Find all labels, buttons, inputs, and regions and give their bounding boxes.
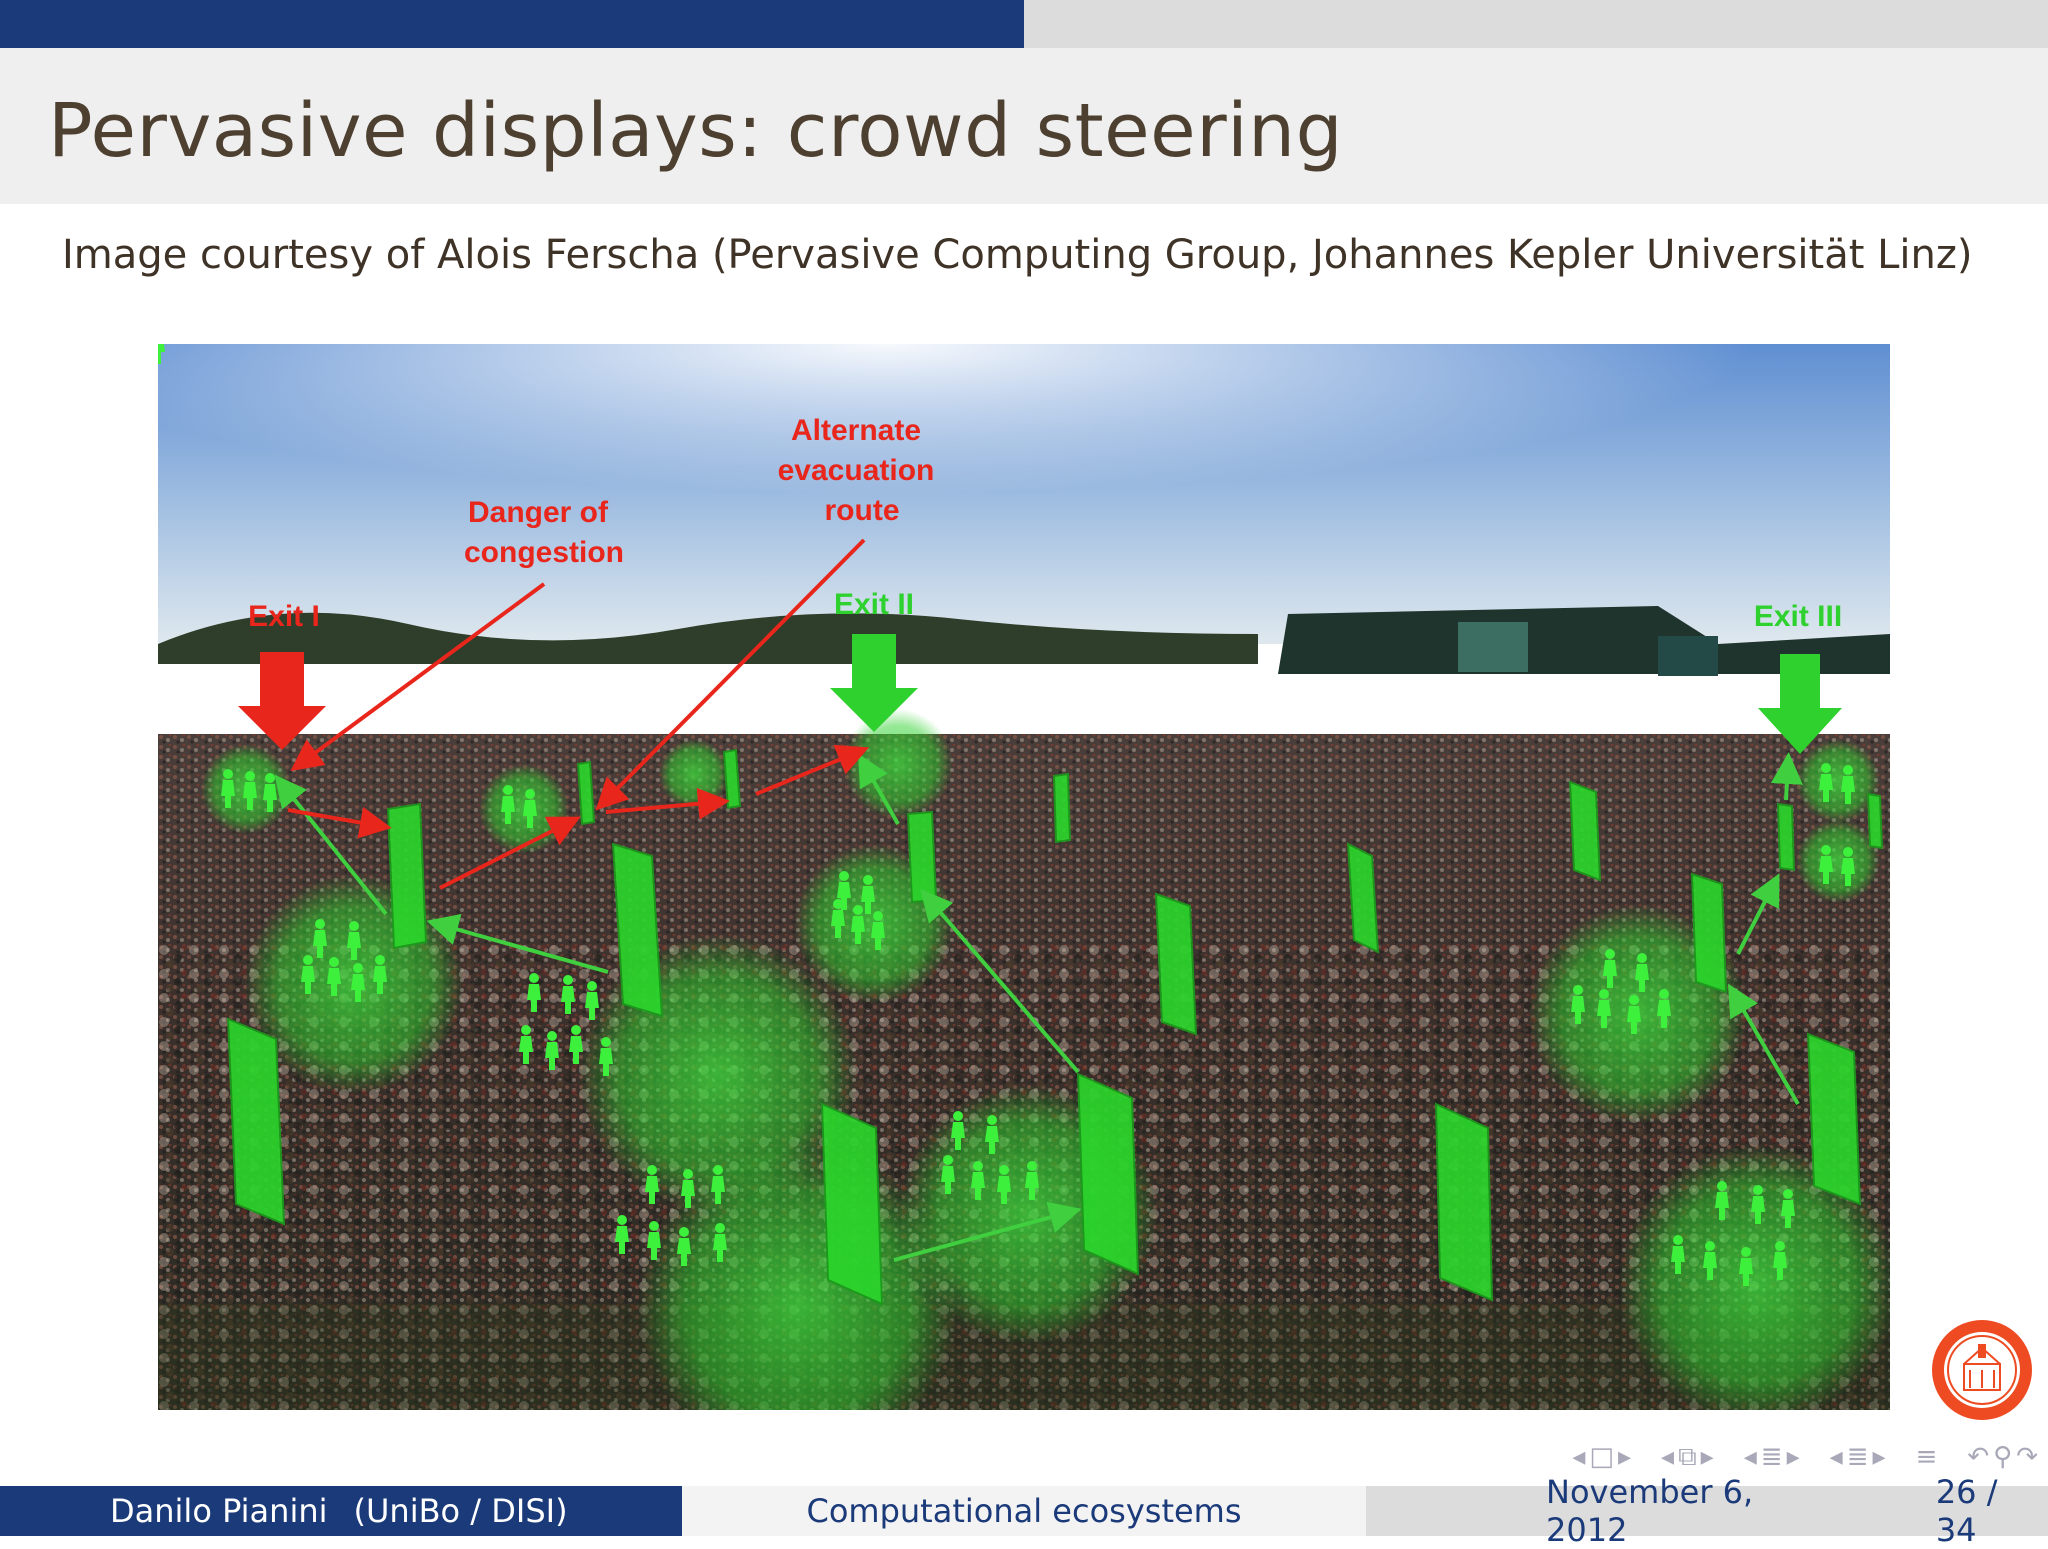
image-caption: Image courtesy of Alois Ferscha (Pervasi… xyxy=(62,232,1973,278)
footer-title-section: Computational ecosystems xyxy=(682,1486,1366,1536)
footer-author: Danilo Pianini xyxy=(110,1492,328,1530)
nav-subsection-group: ◂ ⧉ ▸ xyxy=(1661,1444,1714,1470)
nav-presentation-group: ◂ ≣ ▸ xyxy=(1830,1444,1886,1470)
footer-affiliation: (UniBo / DISI) xyxy=(353,1492,568,1530)
footer-author-section: Danilo Pianini (UniBo / DISI) xyxy=(0,1486,682,1536)
nav-frame-next-icon[interactable]: ▸ xyxy=(1618,1444,1631,1470)
danger-label-1: Danger of xyxy=(468,496,609,529)
nav-appendix-icon[interactable]: ≡ xyxy=(1916,1444,1938,1470)
progress-fill xyxy=(0,0,1024,48)
nav-section-prev-icon[interactable]: ◂ xyxy=(1744,1444,1757,1470)
nav-section-group: ◂ ≣ ▸ xyxy=(1744,1444,1800,1470)
exit-2-label: Exit II xyxy=(834,588,914,621)
footer-page-number: 26 / 34 xyxy=(1935,1473,1998,1549)
alternate-route-label-2: evacuation xyxy=(778,454,935,487)
nav-frame-prev-icon[interactable]: ◂ xyxy=(1572,1444,1585,1470)
exit-3-label: Exit III xyxy=(1754,600,1842,633)
slide-footer: Danilo Pianini (UniBo / DISI) Computatio… xyxy=(0,1473,2048,1549)
nav-section-icon[interactable]: ≣ xyxy=(1761,1444,1783,1470)
crowd-steering-figure: Alternate evacuation route Danger of con… xyxy=(158,344,1890,1410)
footer-date-section: November 6, 2012 26 / 34 xyxy=(1366,1473,2048,1549)
slide-title: Pervasive displays: crowd steering xyxy=(48,88,1344,174)
nav-appendix-group: ≡ xyxy=(1916,1444,1938,1470)
university-seal-logo xyxy=(1930,1318,2034,1422)
footer-talk-title: Computational ecosystems xyxy=(806,1492,1242,1530)
exit-1-label: Exit I xyxy=(248,600,320,633)
crowd-photo: Alternate evacuation route Danger of con… xyxy=(158,344,1890,1410)
nav-subsection-next-icon[interactable]: ▸ xyxy=(1701,1444,1714,1470)
nav-frame-group: ◂ □ ▸ xyxy=(1572,1444,1631,1470)
nav-search-icon[interactable]: ⚲ xyxy=(1993,1444,2012,1470)
beamer-navigation-bar: ◂ □ ▸ ◂ ⧉ ▸ ◂ ≣ ▸ ◂ ≣ ▸ ≡ ↶ ⚲ ↷ xyxy=(1310,1440,2038,1474)
progress-bar xyxy=(0,0,2048,48)
nav-subsection-prev-icon[interactable]: ◂ xyxy=(1661,1444,1674,1470)
alternate-route-label-3: route xyxy=(825,494,900,527)
nav-search-group: ↶ ⚲ ↷ xyxy=(1967,1444,2038,1470)
nav-subsection-icon[interactable]: ⧉ xyxy=(1678,1444,1697,1470)
nav-presentation-next-icon[interactable]: ▸ xyxy=(1873,1444,1886,1470)
nav-presentation-icon[interactable]: ≣ xyxy=(1847,1444,1869,1470)
nav-undo-icon[interactable]: ↶ xyxy=(1967,1444,1989,1470)
nav-redo-icon[interactable]: ↷ xyxy=(2016,1444,2038,1470)
footer-date: November 6, 2012 xyxy=(1546,1473,1754,1549)
danger-label-2: congestion xyxy=(464,536,624,569)
alternate-route-label-1: Alternate xyxy=(791,414,921,447)
nav-section-next-icon[interactable]: ▸ xyxy=(1787,1444,1800,1470)
nav-frame-icon[interactable]: □ xyxy=(1589,1444,1614,1470)
nav-presentation-prev-icon[interactable]: ◂ xyxy=(1830,1444,1843,1470)
